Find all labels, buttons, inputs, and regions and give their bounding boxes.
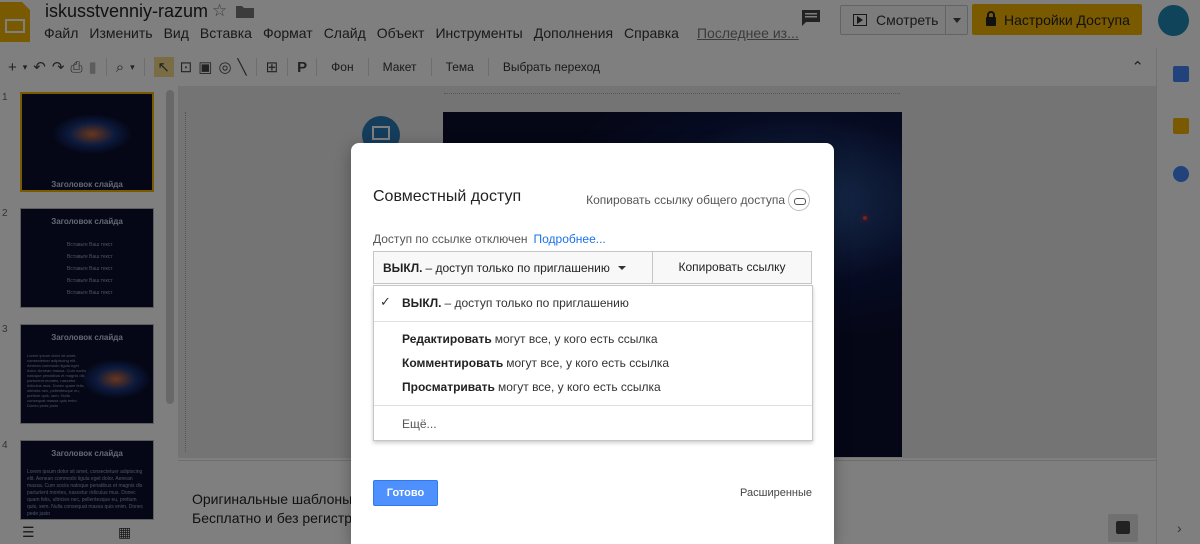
access-option-off[interactable]: ВЫКЛ. – доступ только по приглашению: [402, 296, 629, 310]
access-dropdown-menu: ✓ ВЫКЛ. – доступ только по приглашению Ре…: [373, 285, 813, 441]
access-option-edit[interactable]: Редактировать могут все, у кого есть ссыл…: [402, 332, 658, 346]
access-option-view[interactable]: Просматривать могут все, у кого есть ссыл…: [402, 380, 661, 394]
link-status: Доступ по ссылке отключен Подробнее...: [373, 232, 606, 246]
done-button[interactable]: Готово: [373, 480, 438, 506]
link-access-select[interactable]: ВЫКЛ. – доступ только по приглашению: [373, 251, 653, 284]
access-option-more[interactable]: Ещё...: [402, 417, 437, 431]
check-icon: ✓: [380, 294, 391, 309]
menu-divider: [374, 405, 812, 406]
link-icon: [788, 189, 810, 211]
access-select-value: – доступ только по приглашению: [425, 260, 610, 275]
access-option-comment[interactable]: Комментировать могут все, у кого есть ссы…: [402, 356, 669, 370]
share-dialog: Совместный доступ Копировать ссылку обще…: [351, 143, 834, 544]
learn-more-link[interactable]: Подробнее...: [534, 232, 606, 246]
copy-link-button[interactable]: Копировать ссылку: [653, 251, 812, 284]
dialog-title: Совместный доступ: [373, 188, 522, 205]
copy-public-link-label: Копировать ссылку общего доступа: [586, 193, 785, 207]
access-select-value-bold: ВЫКЛ.: [383, 260, 423, 275]
advanced-settings-link[interactable]: Расширенные: [740, 487, 812, 499]
chevron-down-icon: [617, 265, 626, 270]
link-status-text: Доступ по ссылке отключен: [373, 232, 528, 246]
copy-public-link-button[interactable]: Копировать ссылку общего доступа: [586, 189, 810, 211]
menu-divider: [374, 321, 812, 322]
